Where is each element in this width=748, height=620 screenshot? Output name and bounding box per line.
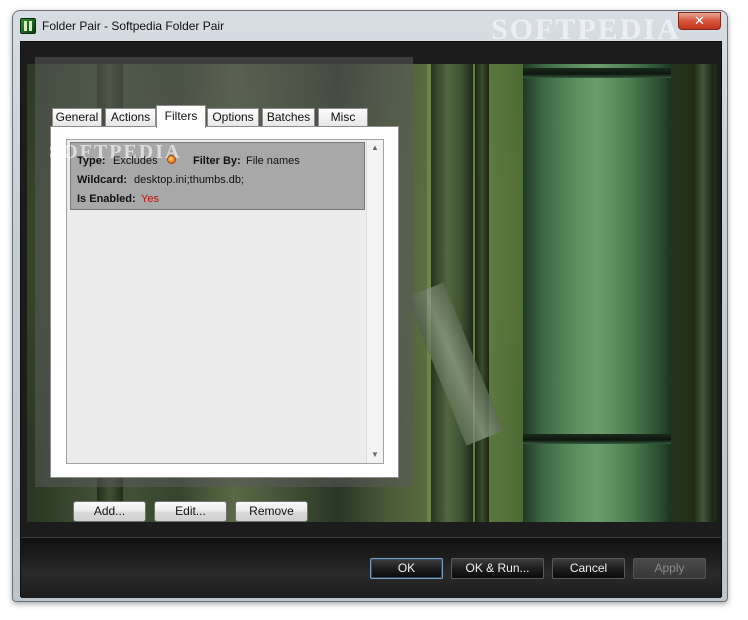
tab-batches[interactable]: Batches — [262, 108, 315, 127]
close-icon: ✕ — [694, 13, 705, 28]
folder-pair-window: Folder Pair - Softpedia Folder Pair SOFT… — [12, 10, 728, 602]
tab-filters[interactable]: Filters — [156, 105, 206, 128]
filter-by-value: File names — [246, 155, 300, 167]
warning-dot-icon — [167, 155, 176, 164]
bamboo-node — [523, 434, 671, 444]
filters-list[interactable]: SOFTPEDIA Type: Excludes Filter By: File… — [49, 139, 384, 464]
tab-general[interactable]: General — [52, 108, 102, 127]
cancel-button[interactable]: Cancel — [552, 558, 625, 579]
app-icon — [20, 18, 36, 34]
bamboo-cane — [693, 64, 713, 522]
remove-button[interactable]: Remove — [235, 501, 308, 522]
edit-button[interactable]: Edit... — [154, 501, 227, 522]
client-area: General Actions Filters Options Batches … — [20, 41, 722, 598]
filter-list-item[interactable]: SOFTPEDIA Type: Excludes Filter By: File… — [49, 141, 365, 210]
scroll-down-icon[interactable]: ▼ — [367, 447, 383, 463]
add-button[interactable]: Add... — [73, 501, 146, 522]
bamboo-cane-large — [523, 64, 671, 522]
vertical-scrollbar[interactable]: ▲ ▼ — [366, 140, 383, 463]
apply-button[interactable]: Apply — [633, 558, 706, 579]
bamboo-node — [523, 68, 671, 78]
tab-actions[interactable]: Actions — [105, 108, 156, 127]
type-value: Excludes — [113, 155, 158, 167]
tab-options[interactable]: Options — [207, 108, 259, 127]
filter-by-label: Filter By: — [193, 155, 241, 167]
filters-tab-panel: SOFTPEDIA Type: Excludes Filter By: File… — [49, 126, 399, 478]
is-enabled-value: Yes — [141, 193, 159, 205]
title-bar[interactable]: Folder Pair - Softpedia Folder Pair SOFT… — [13, 11, 727, 46]
ok-button[interactable]: OK — [370, 558, 443, 579]
wildcard-label: Wildcard: — [77, 174, 128, 186]
bamboo-cane — [475, 64, 489, 522]
footer-bar: OK OK & Run... Cancel Apply — [21, 537, 721, 598]
scroll-up-icon[interactable]: ▲ — [367, 140, 383, 156]
type-label: Type: — [77, 155, 106, 167]
is-enabled-label: Is Enabled: — [77, 193, 136, 205]
ok-and-run-button[interactable]: OK & Run... — [451, 558, 544, 579]
close-button[interactable]: ✕ — [678, 12, 721, 30]
wildcard-value: desktop.ini;thumbs.db; — [134, 174, 245, 186]
window-title: Folder Pair - Softpedia Folder Pair — [42, 19, 225, 33]
tab-misc[interactable]: Misc — [318, 108, 368, 127]
